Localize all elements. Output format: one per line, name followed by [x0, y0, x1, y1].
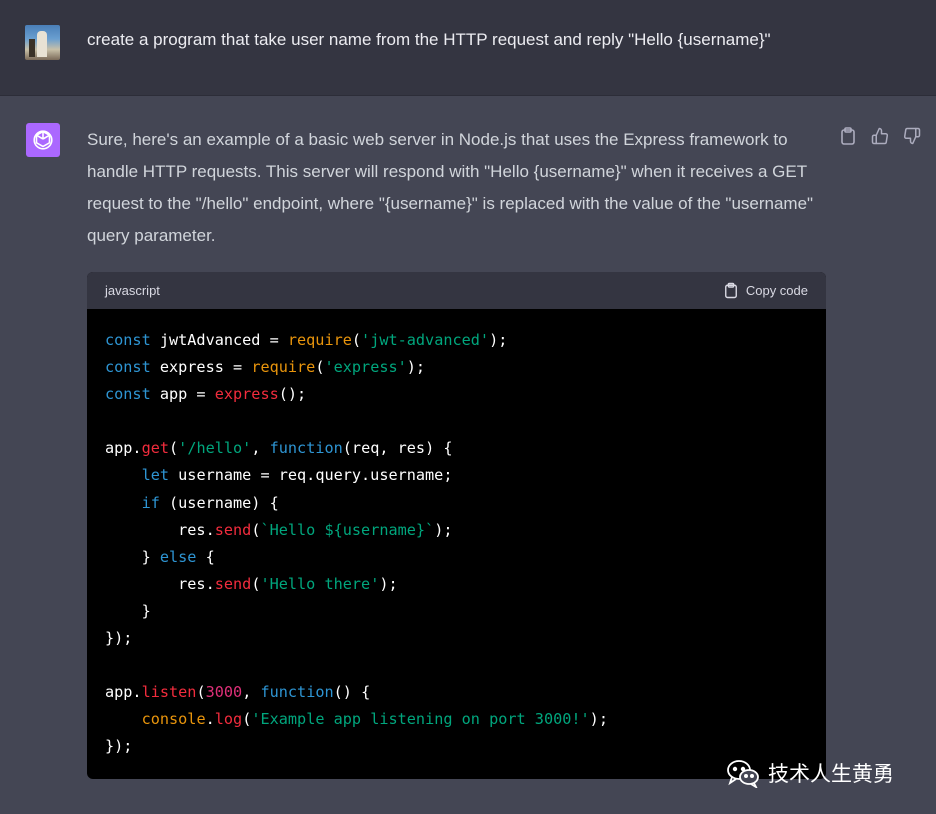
user-message: create a program that take user name fro… [87, 30, 771, 49]
assistant-avatar [26, 123, 60, 157]
code-line: if (username) { [141, 493, 279, 512]
code-header: javascript Copy code [87, 272, 826, 309]
code-line: } [105, 601, 151, 620]
clipboard-icon [724, 282, 737, 299]
user-message-row: create a program that take user name fro… [0, 0, 936, 96]
code-line: }); [105, 629, 133, 648]
code-line: const app = express(); [105, 385, 307, 404]
code-line: res.send('Hello there'); [105, 574, 398, 593]
code-line: app.get('/hello', function(req, res) { [105, 439, 453, 458]
code-language-label: javascript [105, 283, 160, 298]
code-line: let username = req.query.username; [141, 466, 453, 485]
thumbs-up-icon[interactable] [870, 126, 890, 146]
wechat-icon [727, 760, 759, 788]
watermark-text: 技术人生黄勇 [768, 762, 894, 786]
code-line: const jwtAdvanced = require('jwt-advance… [105, 331, 508, 349]
copy-code-label: Copy code [745, 283, 808, 298]
copy-code-button[interactable]: Copy code [724, 282, 808, 299]
code-line: }); [105, 737, 133, 756]
code-line: console.log('Example app listening on po… [141, 710, 608, 729]
watermark: 技术人生黄勇 [726, 758, 894, 788]
code-block: javascript Copy code const jwtAdvanced =… [87, 272, 826, 779]
thumbs-down-icon[interactable] [902, 126, 922, 146]
user-avatar [25, 25, 60, 60]
assistant-message-text: Sure, here's an example of a basic web s… [87, 130, 814, 245]
openai-logo-icon [33, 130, 53, 150]
copy-icon[interactable] [838, 126, 858, 146]
code-line: const express = require('express'); [105, 358, 426, 377]
message-actions [838, 126, 922, 146]
code-line: } else { [105, 547, 215, 566]
code-content[interactable]: const jwtAdvanced = require('jwt-advance… [87, 309, 826, 761]
code-line: app.listen(3000, function() { [105, 683, 371, 702]
code-line: res.send(`Hello ${username}`); [105, 520, 453, 539]
assistant-message: Sure, here's an example of a basic web s… [87, 124, 827, 252]
